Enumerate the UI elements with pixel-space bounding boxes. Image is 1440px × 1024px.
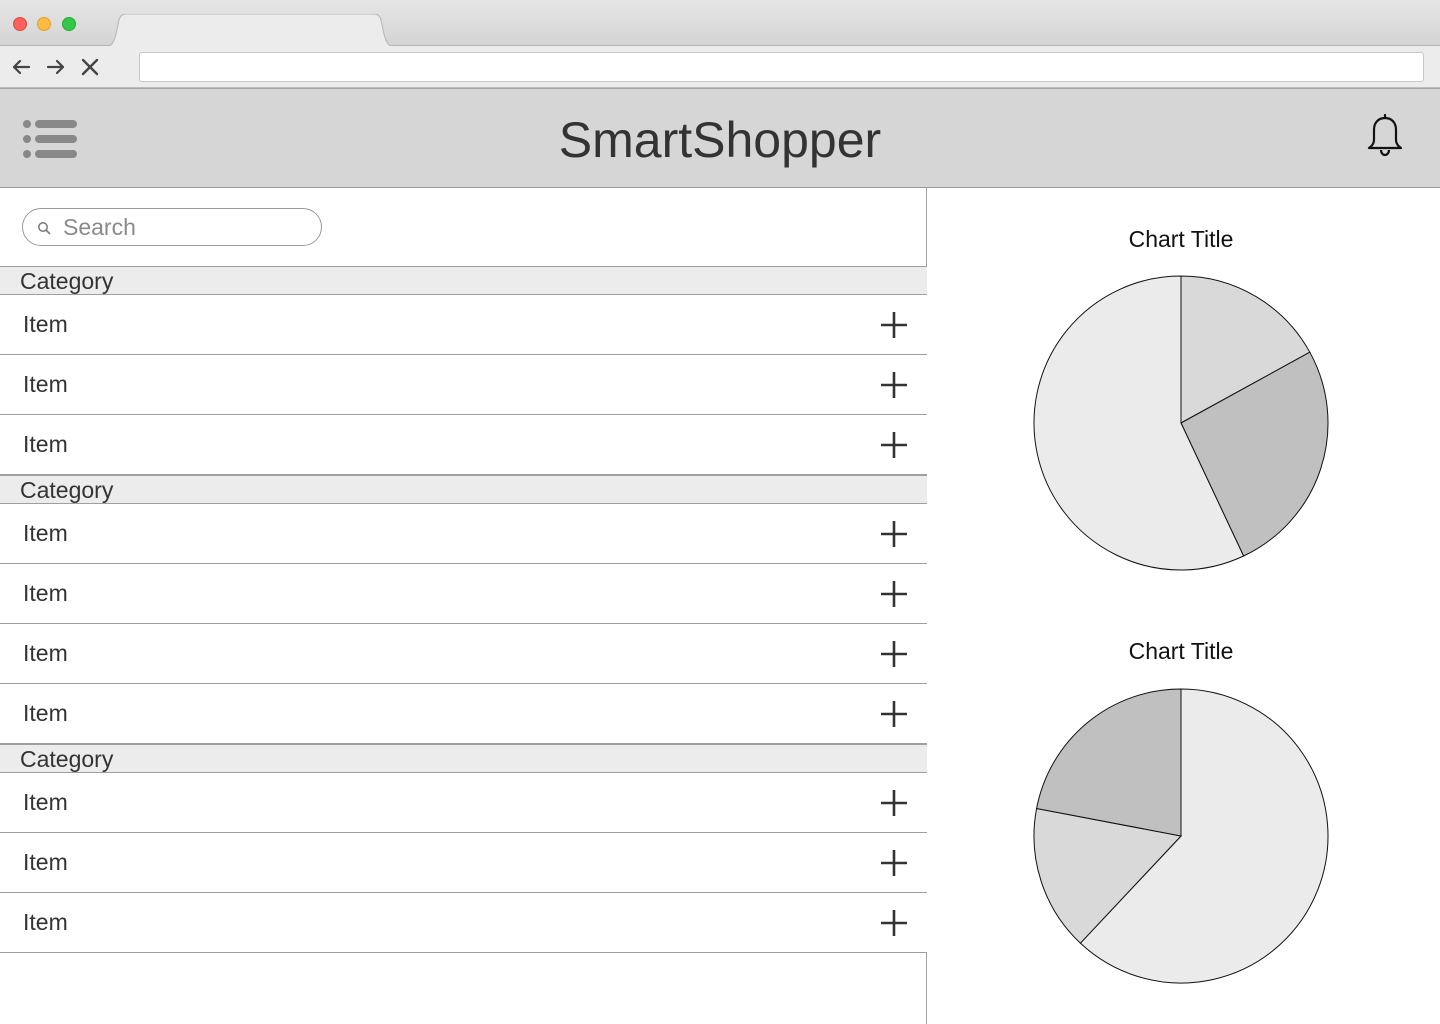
plus-icon[interactable] <box>878 429 910 461</box>
item-label: Item <box>23 700 68 726</box>
stop-loading-icon[interactable] <box>79 56 101 78</box>
item-label: Item <box>23 431 68 457</box>
item-label: Item <box>23 371 68 397</box>
list-item[interactable]: Item <box>0 504 927 564</box>
browser-titlebar <box>0 0 1440 47</box>
bell-icon[interactable] <box>1365 113 1405 158</box>
shopping-list-panel: Category Item Item Item Category Item It… <box>0 188 927 1024</box>
search-icon <box>38 222 51 235</box>
list-item[interactable]: Item <box>0 833 927 893</box>
plus-icon[interactable] <box>878 787 910 819</box>
pie-chart <box>1033 688 1329 984</box>
category-header: Category <box>0 266 927 295</box>
app-title: SmartShopper <box>558 112 882 168</box>
plus-icon[interactable] <box>878 369 910 401</box>
list-item[interactable]: Item <box>0 355 927 415</box>
pie-chart <box>1033 275 1329 571</box>
item-label: Item <box>23 311 68 337</box>
plus-icon[interactable] <box>878 847 910 879</box>
list-item[interactable]: Item <box>0 415 927 475</box>
plus-icon[interactable] <box>878 638 910 670</box>
category-header: Category <box>0 744 927 773</box>
chart-title: Chart Title <box>1128 638 1234 664</box>
list-item[interactable]: Item <box>0 295 927 355</box>
item-label: Item <box>23 640 68 666</box>
plus-icon[interactable] <box>878 309 910 341</box>
item-label: Item <box>23 520 68 546</box>
plus-icon[interactable] <box>878 698 910 730</box>
list-item[interactable]: Item <box>0 684 927 744</box>
browser-tab[interactable] <box>104 14 396 47</box>
list-item[interactable]: Item <box>0 893 927 953</box>
app-header: SmartShopper <box>0 88 1440 188</box>
back-arrow-icon[interactable] <box>10 56 32 78</box>
item-label: Item <box>23 580 68 606</box>
address-bar[interactable] <box>139 52 1424 82</box>
search-input[interactable] <box>63 213 313 241</box>
item-label: Item <box>23 789 68 815</box>
list-item[interactable]: Item <box>0 564 927 624</box>
plus-icon[interactable] <box>878 518 910 550</box>
category-header: Category <box>0 475 927 504</box>
forward-arrow-icon[interactable] <box>45 56 67 78</box>
minimize-window-button[interactable] <box>37 17 51 31</box>
list-item[interactable]: Item <box>0 624 927 684</box>
browser-toolbar <box>0 46 1440 88</box>
search-box[interactable] <box>22 208 322 246</box>
item-label: Item <box>23 909 68 935</box>
item-label: Item <box>23 849 68 875</box>
list-item[interactable]: Item <box>0 773 927 833</box>
chart-title: Chart Title <box>1128 226 1234 252</box>
maximize-window-button[interactable] <box>62 17 76 31</box>
category-list: Category Item Item Item Category Item It… <box>0 266 927 953</box>
close-window-button[interactable] <box>13 17 27 31</box>
plus-icon[interactable] <box>878 578 910 610</box>
plus-icon[interactable] <box>878 907 910 939</box>
